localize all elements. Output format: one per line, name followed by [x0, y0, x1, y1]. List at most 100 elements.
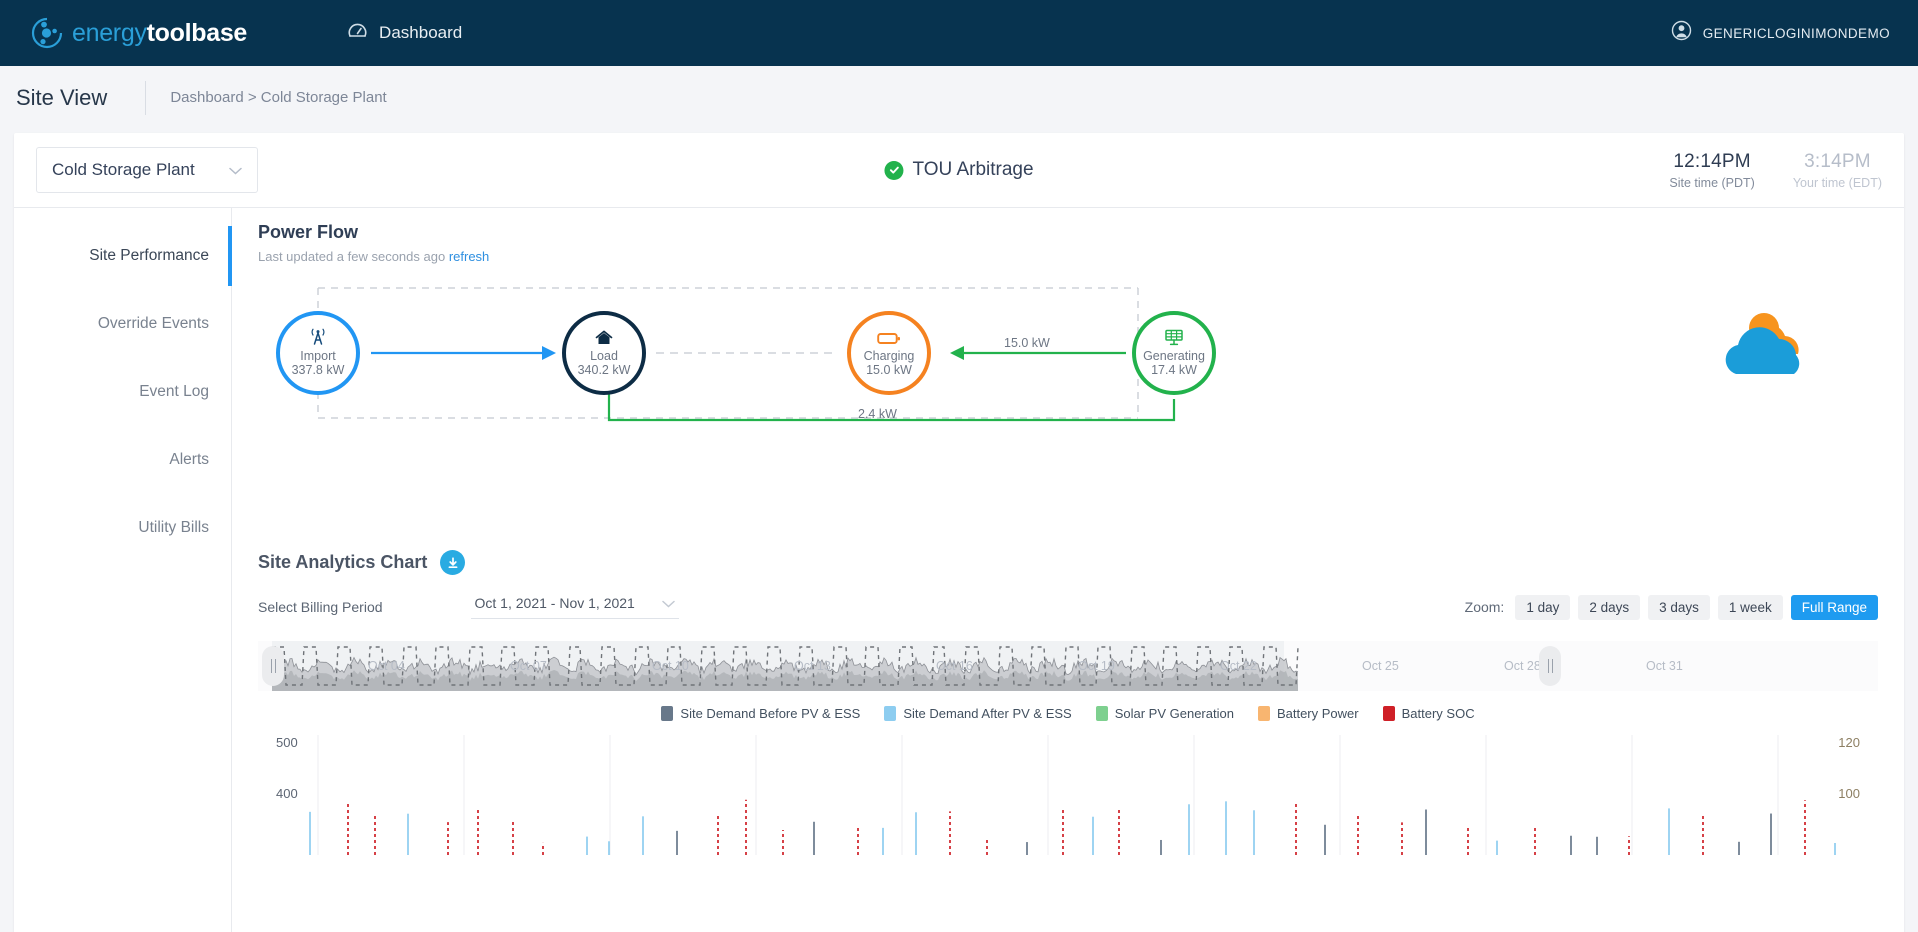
sidebar-label-utility-bills: Utility Bills [138, 519, 209, 536]
sidebar-item-alerts[interactable]: Alerts [14, 426, 231, 494]
operating-mode-status: TOU Arbitrage [884, 159, 1034, 181]
site-time-label: Site time (PDT) [1669, 175, 1755, 190]
energy-toolbase-logo-icon [30, 16, 64, 50]
top-navigation-bar: energytoolbase Dashboard GENERICLOGINIMO… [0, 0, 1918, 66]
legend-label: Battery Power [1276, 706, 1359, 721]
legend-label: Solar PV Generation [1114, 706, 1234, 721]
analytics-title: Site Analytics Chart [258, 552, 428, 572]
sidebar-label-event-log: Event Log [139, 383, 209, 400]
legend-swatch [1095, 706, 1108, 721]
user-menu[interactable]: GENERICLOGINIMONDEMO [1671, 20, 1890, 46]
legend-label: Site Demand Before PV & ESS [680, 706, 861, 721]
power-node-import[interactable]: Import 337.8 kW [276, 311, 360, 395]
battery-icon [877, 328, 901, 347]
billing-period-value: Oct 1, 2021 - Nov 1, 2021 [474, 595, 635, 611]
legend-label: Battery SOC [1401, 706, 1475, 721]
site-select-value: Cold Storage Plant [52, 160, 195, 179]
navigator-date-axis: Oct 04 Oct 07 Oct 10 Oct 13 Oct 16 Oct 19 Oct … [258, 659, 1878, 679]
utility-grid-tower-icon [308, 328, 328, 347]
zoom-button-group: Zoom: 1 day 2 days 3 days 1 week Full Ra… [1464, 594, 1878, 620]
card-header: Cold Storage Plant TOU Arbitrage 12:14PM… [14, 133, 1904, 208]
power-node-charging-title: Charging [863, 348, 915, 363]
sidebar-label-alerts: Alerts [169, 451, 209, 468]
site-performance-panel: Power Flow Last updated a few seconds ag… [232, 208, 1904, 932]
sidebar-label-override-events: Override Events [97, 315, 209, 332]
analytics-controls: Select Billing Period Oct 1, 2021 - Nov … [258, 594, 1878, 620]
site-analytics-section: Site Analytics Chart Select Billing Peri… [258, 550, 1878, 855]
zoom-button-full-range[interactable]: Full Range [1790, 594, 1878, 620]
chevron-down-icon [229, 163, 242, 178]
chart-plot-area: 500 400 120 100 [258, 735, 1878, 855]
site-time-clock: 12:14PM Site time (PDT) [1669, 151, 1754, 190]
flow-label-pv-to-load: 2.4 kW [858, 407, 897, 421]
site-select-dropdown[interactable]: Cold Storage Plant [36, 147, 258, 193]
power-flow-refresh-link[interactable]: refresh [449, 249, 489, 264]
power-flow-updated: Last updated a few seconds ago refresh [258, 249, 1878, 264]
breadcrumb[interactable]: Dashboard > Cold Storage Plant [170, 89, 386, 106]
home-icon [594, 328, 614, 347]
navigator-date-label: Oct 13 [794, 659, 831, 673]
page-title: Site View [16, 84, 108, 110]
nav-label-dashboard: Dashboard [379, 23, 463, 42]
power-node-load-value: 340.2 kW [577, 362, 631, 377]
power-node-generating[interactable]: Generating 17.4 kW [1132, 311, 1216, 395]
power-node-load[interactable]: Load 340.2 kW [562, 311, 646, 395]
billing-period-dropdown[interactable]: Oct 1, 2021 - Nov 1, 2021 [470, 595, 679, 619]
navigator-date-label: Oct 22 [1220, 659, 1257, 673]
user-avatar-icon [1671, 20, 1692, 46]
user-name-label: GENERICLOGINIMONDEMO [1702, 25, 1890, 41]
sidebar-item-utility-bills[interactable]: Utility Bills [14, 494, 231, 562]
legend-item-0[interactable]: Site Demand Before PV & ESS [661, 706, 860, 721]
navigator-date-label: Oct 19 [1078, 659, 1115, 673]
sun-behind-cloud-icon [1706, 304, 1836, 394]
power-node-charging[interactable]: Charging 15.0 kW [847, 311, 931, 395]
power-flow-updated-text: Last updated a few seconds ago [258, 249, 446, 264]
operating-mode-label: TOU Arbitrage [912, 159, 1034, 180]
navigator-left-handle[interactable] [262, 646, 284, 686]
zoom-button-2-days[interactable]: 2 days [1578, 594, 1641, 620]
page-subheader: Site View Dashboard > Cold Storage Plant [0, 66, 1918, 129]
legend-swatch [1382, 706, 1395, 721]
zoom-button-1-week[interactable]: 1 week [1717, 594, 1783, 620]
zoom-button-3-days[interactable]: 3 days [1648, 594, 1710, 620]
zoom-button-1-day[interactable]: 1 day [1515, 594, 1571, 620]
chart-range-navigator[interactable]: Oct 04 Oct 07 Oct 10 Oct 13 Oct 16 Oct 19 Oct … [258, 641, 1878, 691]
power-node-charging-value: 15.0 kW [866, 362, 912, 377]
navigator-date-label: Oct 07 [510, 659, 547, 673]
power-flow-diagram: Import 337.8 kW Load 340.2 kW Charging 1… [258, 278, 1878, 528]
solar-panel-icon [1163, 328, 1185, 347]
sidebar-item-site-performance[interactable]: Site Performance [14, 222, 232, 290]
sidebar-item-override-events[interactable]: Override Events [14, 290, 231, 358]
site-sidebar: Site Performance Override Events Event L… [14, 208, 232, 932]
brand-name: energytoolbase [72, 18, 248, 47]
navigator-date-label: Oct 16 [936, 659, 973, 673]
brand-logo-link[interactable]: energytoolbase [30, 16, 247, 50]
zoom-group-label: Zoom: [1464, 599, 1505, 615]
power-node-generating-title: Generating [1143, 348, 1205, 363]
power-node-generating-value: 17.4 kW [1151, 362, 1197, 377]
sidebar-item-event-log[interactable]: Event Log [14, 358, 231, 426]
analytics-header: Site Analytics Chart [258, 550, 1878, 575]
navigator-right-handle[interactable] [1539, 646, 1561, 686]
nav-item-dashboard[interactable]: Dashboard [347, 20, 462, 46]
legend-item-4[interactable]: Battery SOC [1382, 706, 1475, 721]
primary-nav: Dashboard [347, 20, 462, 46]
card-body: Site Performance Override Events Event L… [14, 208, 1904, 932]
site-time-value: 12:14PM [1673, 150, 1751, 172]
navigator-date-label: Oct 28 [1504, 659, 1541, 673]
legend-swatch [884, 706, 897, 721]
dashboard-gauge-icon [347, 20, 368, 46]
billing-period-label: Select Billing Period [258, 599, 383, 615]
chart-series-canvas [309, 735, 1836, 855]
chart-legend: Site Demand Before PV & ESS Site Demand A… [258, 706, 1878, 721]
download-circle-icon[interactable] [440, 550, 466, 575]
chevron-down-icon [661, 596, 675, 611]
legend-item-1[interactable]: Site Demand After PV & ESS [884, 706, 1072, 721]
legend-item-3[interactable]: Battery Power [1257, 706, 1359, 721]
clock-group: 12:14PM Site time (PDT) 3:14PM Your time… [1669, 151, 1882, 190]
power-node-import-value: 337.8 kW [291, 362, 345, 377]
legend-item-2[interactable]: Solar PV Generation [1095, 706, 1234, 721]
flow-label-pv-to-battery: 15.0 kW [1004, 336, 1050, 350]
navigator-date-label: Oct 25 [1362, 659, 1399, 673]
navigator-date-label: Oct 31 [1646, 659, 1683, 673]
